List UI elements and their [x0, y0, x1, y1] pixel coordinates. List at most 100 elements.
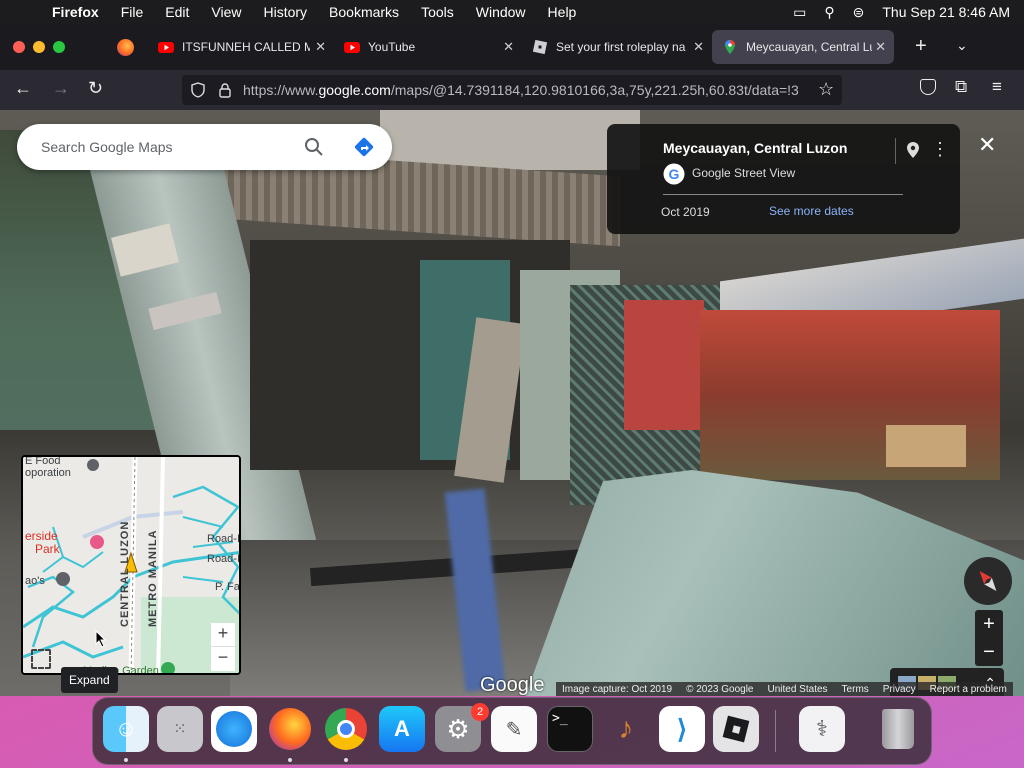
- map-label-aos: ao's: [25, 575, 45, 587]
- search-icon[interactable]: [304, 137, 324, 157]
- close-tab-icon[interactable]: ✕: [315, 39, 326, 55]
- menu-clock[interactable]: Thu Sep 21 8:46 AM: [882, 4, 1010, 20]
- tab-google-maps[interactable]: Meycauayan, Central Luz ✕: [712, 30, 894, 64]
- mini-map[interactable]: E Food oporation erside Park ao's Road-I…: [21, 455, 241, 675]
- pocket-icon[interactable]: [920, 79, 936, 95]
- map-label-central-luzon: CENTRAL LUZON: [119, 520, 131, 627]
- google-maps-icon: [725, 40, 735, 54]
- garageband-icon[interactable]: ♪: [603, 706, 649, 752]
- menu-help[interactable]: Help: [537, 4, 588, 20]
- tab-bar: ITSFUNNEH CALLED ME ✕ YouTube ✕ Set your…: [0, 24, 1024, 70]
- firefox-icon[interactable]: [267, 706, 313, 752]
- close-tab-icon[interactable]: ✕: [503, 39, 514, 55]
- compass-needle-icon: [979, 571, 997, 591]
- tracking-protection-shield-icon[interactable]: [190, 82, 206, 98]
- red-door: [624, 300, 704, 430]
- card-divider: [663, 194, 903, 195]
- textedit-icon[interactable]: ✎: [491, 706, 537, 752]
- menu-file[interactable]: File: [110, 4, 155, 20]
- search-box[interactable]: Search Google Maps: [17, 124, 392, 170]
- chrome-icon[interactable]: [323, 706, 369, 752]
- menu-edit[interactable]: Edit: [154, 4, 200, 20]
- menu-app-firefox[interactable]: Firefox: [44, 4, 110, 20]
- mini-map-zoom-in-button[interactable]: +: [211, 623, 235, 647]
- fullscreen-expand-icon[interactable]: [31, 649, 51, 669]
- terms-link[interactable]: Terms: [842, 684, 869, 695]
- youtube-icon: [344, 42, 360, 53]
- url-text: https://www.google.com/maps/@14.7391184,…: [243, 82, 799, 98]
- map-label-road-2: Road-II: [207, 553, 241, 565]
- roblox-icon[interactable]: [713, 706, 759, 752]
- tab-itsfunneh[interactable]: ITSFUNNEH CALLED ME ✕: [148, 30, 334, 64]
- terminal-icon[interactable]: >_: [547, 706, 593, 752]
- reload-icon[interactable]: ↻: [88, 78, 103, 99]
- source-label: Google Street View: [692, 166, 796, 180]
- zoom-window-button[interactable]: [53, 41, 65, 53]
- navigation-toolbar: ← → ↻ https://www.google.com/maps/@14.73…: [0, 70, 1024, 110]
- zoom-in-button[interactable]: +: [975, 610, 1003, 638]
- region-link[interactable]: United States: [768, 684, 828, 695]
- close-window-button[interactable]: [13, 41, 25, 53]
- street-view-panorama[interactable]: Search Google Maps Meycauayan, Central L…: [0, 110, 1024, 696]
- menu-view[interactable]: View: [200, 4, 252, 20]
- tab-roblox[interactable]: Set your first roleplay na ✕: [522, 30, 712, 64]
- list-all-tabs-chevron-icon[interactable]: ⌄: [956, 37, 968, 54]
- svg-text:G: G: [669, 166, 680, 182]
- location-pin-icon[interactable]: [906, 141, 920, 159]
- firefox-window: ITSFUNNEH CALLED ME ✕ YouTube ✕ Set your…: [0, 24, 1024, 696]
- app-store-icon[interactable]: A: [379, 706, 425, 752]
- menu-window[interactable]: Window: [465, 4, 537, 20]
- extensions-puzzle-icon[interactable]: ⧉: [955, 77, 967, 97]
- sky-area: [380, 110, 640, 170]
- minimize-window-button[interactable]: [33, 41, 45, 53]
- mini-map-roads: [23, 457, 239, 673]
- report-problem-link[interactable]: Report a problem: [930, 684, 1007, 695]
- tab-title: Meycauayan, Central Luz: [746, 40, 872, 54]
- close-tab-icon[interactable]: ✕: [693, 39, 704, 55]
- safari-icon[interactable]: [211, 706, 257, 752]
- new-tab-plus-icon[interactable]: +: [915, 35, 927, 58]
- spotlight-search-icon[interactable]: ⚲: [824, 4, 834, 21]
- macos-dock: ☺ ⁙ A ⚙ 2 ✎ >_ ♪ ⟩ ⚕: [92, 697, 932, 765]
- tab-title: YouTube: [368, 40, 416, 54]
- privacy-link[interactable]: Privacy: [883, 684, 916, 695]
- trash-icon[interactable]: [875, 706, 921, 752]
- app-menu-hamburger-icon[interactable]: ≡: [992, 77, 1002, 97]
- finder-icon[interactable]: ☺: [103, 706, 149, 752]
- see-more-dates-link[interactable]: See more dates: [769, 204, 854, 218]
- preview-icon[interactable]: ⚕: [799, 706, 845, 752]
- map-label-park-2: Park: [35, 542, 60, 556]
- location-info-card: Meycauayan, Central Luzon G Google Stree…: [607, 124, 960, 234]
- google-logo: Google: [480, 674, 545, 696]
- compass-button[interactable]: [964, 557, 1012, 605]
- location-title[interactable]: Meycauayan, Central Luzon: [663, 140, 847, 156]
- close-street-view-icon[interactable]: ✕: [978, 132, 996, 158]
- url-field[interactable]: https://www.google.com/maps/@14.7391184,…: [182, 75, 842, 105]
- menu-history[interactable]: History: [252, 4, 318, 20]
- notification-badge: 2: [471, 703, 489, 721]
- close-tab-icon[interactable]: ✕: [875, 39, 886, 55]
- control-center-icon[interactable]: ⊜: [853, 4, 865, 21]
- lock-icon[interactable]: [218, 82, 232, 98]
- back-arrow-icon[interactable]: ←: [14, 78, 32, 99]
- launchpad-icon[interactable]: ⁙: [157, 706, 203, 752]
- tab-title: Set your first roleplay na: [556, 40, 686, 54]
- directions-icon[interactable]: [353, 136, 375, 158]
- menu-tools[interactable]: Tools: [410, 4, 465, 20]
- menu-bookmarks[interactable]: Bookmarks: [318, 4, 410, 20]
- dock-separator: [775, 710, 776, 752]
- cardboard-box: [886, 425, 966, 467]
- tab-title: ITSFUNNEH CALLED ME: [182, 40, 310, 54]
- google-g-icon: G: [663, 163, 685, 185]
- more-options-vertical-icon[interactable]: ⋮: [931, 140, 949, 158]
- map-label-park-1: erside: [25, 529, 58, 543]
- forward-arrow-icon[interactable]: →: [52, 78, 70, 99]
- firefox-view-icon[interactable]: [117, 39, 134, 56]
- screen-mirroring-icon[interactable]: ▭: [793, 4, 806, 21]
- tab-youtube[interactable]: YouTube ✕: [334, 30, 522, 64]
- search-input[interactable]: Search Google Maps: [41, 139, 173, 155]
- mini-map-zoom-out-button[interactable]: −: [211, 647, 235, 671]
- zoom-out-button[interactable]: −: [975, 638, 1003, 666]
- bookmark-star-icon[interactable]: ☆: [818, 79, 834, 100]
- vscode-icon[interactable]: ⟩: [659, 706, 705, 752]
